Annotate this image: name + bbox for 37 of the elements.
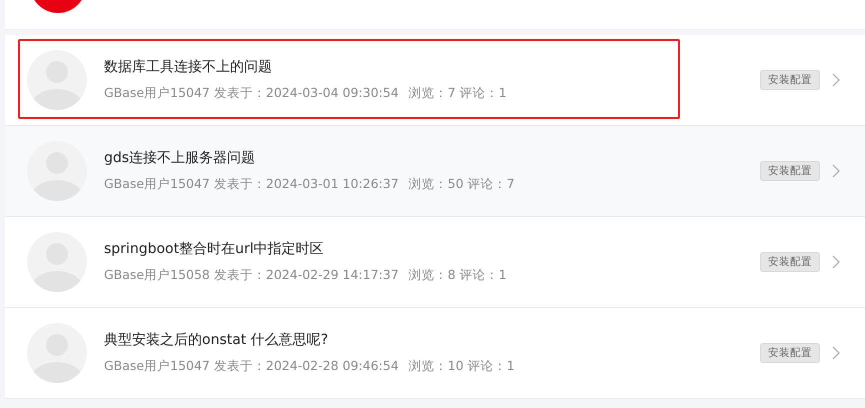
view-count: 浏览：50 [408, 176, 464, 193]
chevron-right-icon [832, 164, 840, 178]
comment-count: 评论：1 [468, 358, 515, 375]
category-tag: 安装配置 [760, 161, 820, 181]
comment-count: 评论：1 [460, 267, 507, 284]
comment-count: 评论：7 [468, 176, 515, 193]
author-name: GBase用户15047 [104, 85, 210, 102]
author-name: GBase用户15058 [104, 267, 210, 284]
view-count: 浏览：8 [408, 267, 456, 284]
post-row[interactable]: 数据库工具连接不上的问题 GBase用户15047 发表于：2024-03-04 09:30:54 浏览：7 评论：1 安装配置 [5, 35, 865, 126]
post-row[interactable]: springboot整合时在url中指定时区 GBase用户15058 发表于：2024-02-29 14:17:37 浏览：8 评论：1 安装配置 [5, 217, 865, 308]
post-title[interactable]: springboot整合时在url中指定时区 [104, 240, 760, 258]
view-count: 浏览：7 [408, 85, 456, 102]
post-row[interactable] [5, 0, 865, 30]
post-date: 发表于：2024-02-29 14:17:37 [214, 267, 399, 284]
avatar-icon [27, 232, 87, 292]
avatar-icon [27, 50, 87, 110]
avatar-icon [27, 323, 87, 383]
author-name: GBase用户15047 [104, 358, 210, 375]
author-name: GBase用户15047 [104, 176, 210, 193]
view-count: 浏览：10 [408, 358, 464, 375]
chevron-right-icon [832, 73, 840, 87]
post-title[interactable]: 典型安装之后的onstat 什么意思呢? [104, 331, 760, 349]
avatar-icon [27, 141, 87, 201]
post-row[interactable]: gds连接不上服务器问题 GBase用户15047 发表于：2024-03-01 10:26:37 浏览：50 评论：7 安装配置 [5, 126, 865, 217]
category-tag: 安装配置 [760, 70, 820, 90]
post-date: 发表于：2024-03-04 09:30:54 [214, 85, 399, 102]
chevron-right-icon [832, 346, 840, 360]
category-tag: 安装配置 [760, 343, 820, 363]
post-row[interactable]: 典型安装之后的onstat 什么意思呢? GBase用户15047 发表于：2024-02-28 09:46:54 浏览：10 评论：1 安装配置 [5, 308, 865, 399]
post-date: 发表于：2024-03-01 10:26:37 [214, 176, 399, 193]
category-tag: 安装配置 [760, 252, 820, 272]
post-date: 发表于：2024-02-28 09:46:54 [214, 358, 399, 375]
post-title[interactable]: 数据库工具连接不上的问题 [104, 58, 760, 76]
post-title[interactable]: gds连接不上服务器问题 [104, 149, 760, 167]
chevron-right-icon [832, 255, 840, 269]
comment-count: 评论：1 [460, 85, 507, 102]
